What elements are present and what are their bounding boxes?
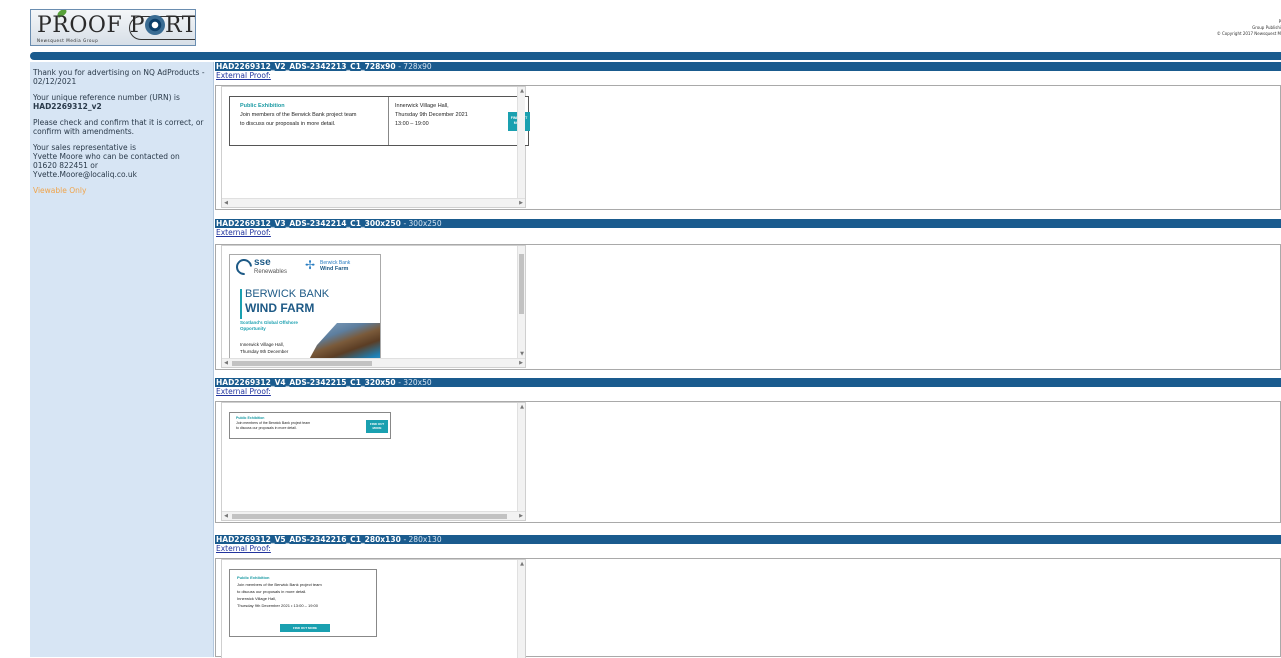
horizontal-scrollbar[interactable]: ◀ ▶: [222, 511, 525, 520]
section-title: HAD2269312_V3_ADS-2342214_C1_300x250 - 3…: [215, 219, 1281, 228]
external-proof-link[interactable]: External Proof:: [215, 71, 1281, 80]
proof-portal-logo: PROOF PRTAL Newsquest Media Group: [30, 9, 196, 46]
proof-frame: Public Exhibition Join members of the Be…: [215, 401, 1281, 523]
proof-frame: sse Renewables ✢ Berwick Bank Wind Farm …: [215, 244, 1281, 370]
wind-turbine-icon: ✢: [305, 258, 316, 272]
rep-info: Your sales representative is Yvette Moor…: [33, 143, 180, 179]
external-proof-link[interactable]: External Proof:: [215, 228, 1281, 237]
header-divider-bar: [30, 52, 1281, 60]
logo-subtitle: Newsquest Media Group: [37, 38, 99, 43]
proof-section-300x250: HAD2269312_V3_ADS-2342214_C1_300x250 - 3…: [215, 219, 1281, 370]
ad-300x250: sse Renewables ✢ Berwick Bank Wind Farm …: [229, 254, 381, 364]
proof-frame: Public Exhibition Join members of the Be…: [215, 85, 1281, 210]
vertical-scrollbar[interactable]: ▲: [517, 560, 525, 658]
section-title: HAD2269312_V5_ADS-2342216_C1_280x130 - 2…: [215, 535, 1281, 544]
section-title: HAD2269312_V2_ADS-2342213_C1_728x90 - 72…: [215, 62, 1281, 71]
horizontal-scrollbar[interactable]: ◀ ▶: [222, 358, 525, 367]
rep-email: Yvette.Moore@localiq.co.uk: [33, 170, 137, 179]
vertical-scrollbar[interactable]: ▼: [517, 246, 525, 358]
ad-viewer[interactable]: Public Exhibition Join members of the Be…: [221, 559, 526, 658]
ad-280x130: Public Exhibition Join members of the Be…: [229, 569, 377, 637]
external-proof-link[interactable]: External Proof:: [215, 387, 1281, 396]
ad-320x50: Public Exhibition Join members of the Be…: [229, 412, 391, 439]
proof-section-280x130: HAD2269312_V5_ADS-2342216_C1_280x130 - 2…: [215, 535, 1281, 658]
ad-viewer[interactable]: Public Exhibition Join members of the Be…: [221, 402, 526, 521]
horizontal-scrollbar[interactable]: ◀ ▶: [222, 198, 525, 207]
sidebar: Thank you for advertising on NQ AdProduc…: [30, 62, 214, 657]
copyright-notice: P Group Publishi © Copyright 2017 Newsqu…: [1216, 19, 1281, 36]
ad-728x90: Public Exhibition Join members of the Be…: [229, 96, 530, 146]
urn-value: HAD2269312_v2: [33, 102, 102, 111]
sse-logo-icon: [232, 255, 256, 279]
ad-viewer[interactable]: sse Renewables ✢ Berwick Bank Wind Farm …: [221, 245, 526, 368]
proof-frame: Public Exhibition Join members of the Be…: [215, 558, 1281, 658]
external-proof-link[interactable]: External Proof:: [215, 544, 1281, 553]
check-text: Please check and confirm that it is corr…: [33, 118, 204, 136]
vertical-scrollbar[interactable]: ▲: [517, 87, 525, 198]
logo-o-icon: [145, 15, 166, 35]
viewable-status: Viewable Only: [33, 186, 87, 195]
vertical-scrollbar[interactable]: ▲: [517, 403, 525, 511]
thanks-text: Thank you for advertising on NQ AdProduc…: [33, 68, 205, 86]
top-header: PROOF PRTAL Newsquest Media Group P Grou…: [0, 0, 1281, 52]
ad-viewer[interactable]: Public Exhibition Join members of the Be…: [221, 86, 530, 208]
find-out-more-button[interactable]: FIND OUT MORE: [280, 624, 330, 632]
proof-section-728x90: HAD2269312_V2_ADS-2342213_C1_728x90 - 72…: [215, 62, 1281, 210]
proof-section-320x50: HAD2269312_V4_ADS-2342215_C1_320x50 - 32…: [215, 378, 1281, 523]
logo-text: PROOF PRTAL: [37, 13, 196, 38]
section-title: HAD2269312_V4_ADS-2342215_C1_320x50 - 32…: [215, 378, 1281, 387]
find-out-more-button[interactable]: FIND OUTMORE: [366, 420, 388, 433]
urn-info: Your unique reference number (URN) is HA…: [33, 93, 180, 111]
